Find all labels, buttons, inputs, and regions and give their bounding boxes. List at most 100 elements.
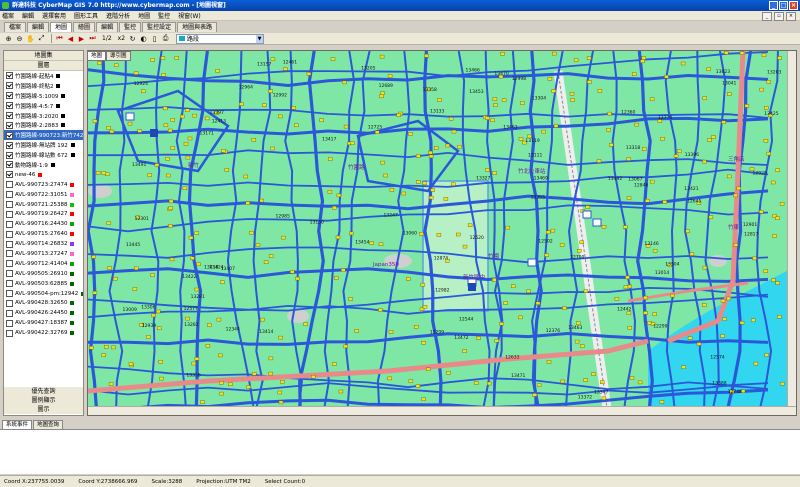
layer-checkbox[interactable] [6,171,13,179]
stop-marker[interactable] [295,276,300,281]
stop-marker[interactable] [303,322,308,326]
stop-marker[interactable] [168,199,174,204]
stop-marker[interactable] [733,193,738,198]
stop-marker[interactable] [168,224,173,228]
stop-marker[interactable] [763,138,769,143]
layer-item[interactable]: AVL-990722:31051 [4,190,83,200]
stop-marker[interactable] [92,119,98,123]
stop-marker[interactable] [263,260,269,265]
mdi-minimize-icon[interactable]: _ [762,12,772,21]
stop-marker[interactable] [546,360,552,364]
stop-marker[interactable] [375,130,380,134]
stop-marker[interactable] [277,114,283,119]
stop-marker[interactable] [260,317,265,322]
layer-checkbox[interactable] [6,121,13,129]
stop-marker[interactable] [218,353,223,358]
tab-edit-2[interactable]: 編輯 [96,22,119,32]
map-svg[interactable]: 13425 13463 13396 13454 13463 13453 13469 13397… [88,51,796,415]
menu-file[interactable]: 檔案 [2,11,14,20]
stop-marker[interactable] [448,116,454,121]
stop-marker[interactable] [579,240,584,245]
stop-marker[interactable] [182,186,188,190]
layer-item[interactable]: 竹園路線-5:1009 [4,91,83,101]
map-horizontal-scrollbar[interactable] [88,406,796,415]
stop-marker[interactable] [474,381,479,385]
stop-marker[interactable] [775,168,780,172]
stop-marker[interactable] [702,96,707,100]
stop-marker[interactable] [108,382,114,386]
layer-item[interactable]: 竹園路線-起點4 [4,71,83,81]
stop-marker[interactable] [332,205,337,210]
map-canvas[interactable]: 13425 13463 13396 13454 13463 13453 13469 13397… [87,50,797,416]
stop-marker[interactable] [268,254,274,258]
layer-item[interactable]: AVL-990505:26910 [4,269,83,279]
stop-marker[interactable] [494,339,499,343]
stop-marker[interactable] [245,201,251,205]
stop-marker[interactable] [332,362,337,366]
stop-marker[interactable] [702,265,708,270]
stop-marker[interactable] [215,69,220,73]
stop-marker[interactable] [330,57,336,61]
stop-marker[interactable] [736,186,741,191]
page-icon[interactable]: ▯ [150,34,159,43]
stop-marker[interactable] [249,231,254,235]
stop-marker[interactable] [239,102,244,106]
stop-marker[interactable] [422,305,428,309]
stop-marker[interactable] [764,353,769,357]
stop-marker[interactable] [268,371,274,376]
layer-checkbox[interactable] [6,201,13,209]
layer-item[interactable]: AVL-990504-pm:12942 [4,289,83,299]
layer-item[interactable]: 竹園路線-4:5:7 [4,101,83,111]
layer-item[interactable]: AVL-990422:32769 [4,328,83,338]
stop-marker[interactable] [751,318,756,322]
layer-checkbox[interactable] [6,220,13,228]
priority-query-button[interactable]: 優先查詢 [4,387,83,396]
stop-marker[interactable] [547,77,553,81]
stop-marker[interactable] [601,396,607,400]
stop-marker[interactable] [457,145,462,149]
stop-marker[interactable] [270,57,276,62]
stop-marker[interactable] [185,316,190,321]
stop-marker[interactable] [518,137,524,141]
stop-marker[interactable] [147,173,152,177]
layer-item[interactable]: AVL-990715:27640 [4,229,83,239]
stop-marker[interactable] [643,295,648,300]
close-icon[interactable]: × [789,1,798,10]
tab-draw[interactable]: 繪圖 [73,22,96,32]
stop-marker[interactable] [132,287,138,291]
stop-marker[interactable] [652,312,657,316]
stop-marker[interactable] [163,123,169,127]
stop-marker[interactable] [185,108,190,112]
stop-marker[interactable] [727,174,732,179]
stop-marker[interactable] [467,223,473,227]
layer-item[interactable]: 竹園路線-終點2 [4,81,83,91]
stop-marker[interactable] [771,180,776,185]
stop-marker[interactable] [560,379,565,384]
stop-marker[interactable] [188,235,194,240]
stop-marker[interactable] [670,293,675,298]
stop-marker[interactable] [154,163,160,167]
stop-marker[interactable] [89,346,94,350]
stop-marker[interactable] [218,381,224,385]
layer-item[interactable]: AVL-990719:26427 [4,209,83,219]
stop-marker[interactable] [194,357,200,361]
stop-marker[interactable] [156,309,161,314]
stop-marker[interactable] [487,381,492,386]
stop-marker[interactable] [609,143,614,147]
stop-marker[interactable] [443,197,449,201]
layer-checkbox[interactable] [6,329,13,337]
stop-marker[interactable] [156,326,162,330]
stop-marker[interactable] [107,266,112,270]
layer-checkbox[interactable] [6,141,13,149]
stop-marker[interactable] [162,106,168,111]
stop-marker[interactable] [596,159,602,163]
layer-item[interactable]: AVL-990723:27474 [4,180,83,190]
layer-checkbox[interactable] [6,280,13,288]
stop-marker[interactable] [689,252,695,256]
stop-marker[interactable] [278,335,283,340]
stop-marker[interactable] [141,89,146,93]
stop-marker[interactable] [169,257,175,262]
stop-marker[interactable] [294,123,299,127]
stop-marker[interactable] [485,116,490,120]
layer-item[interactable]: 竹園路線-無站牌 192 [4,140,83,150]
